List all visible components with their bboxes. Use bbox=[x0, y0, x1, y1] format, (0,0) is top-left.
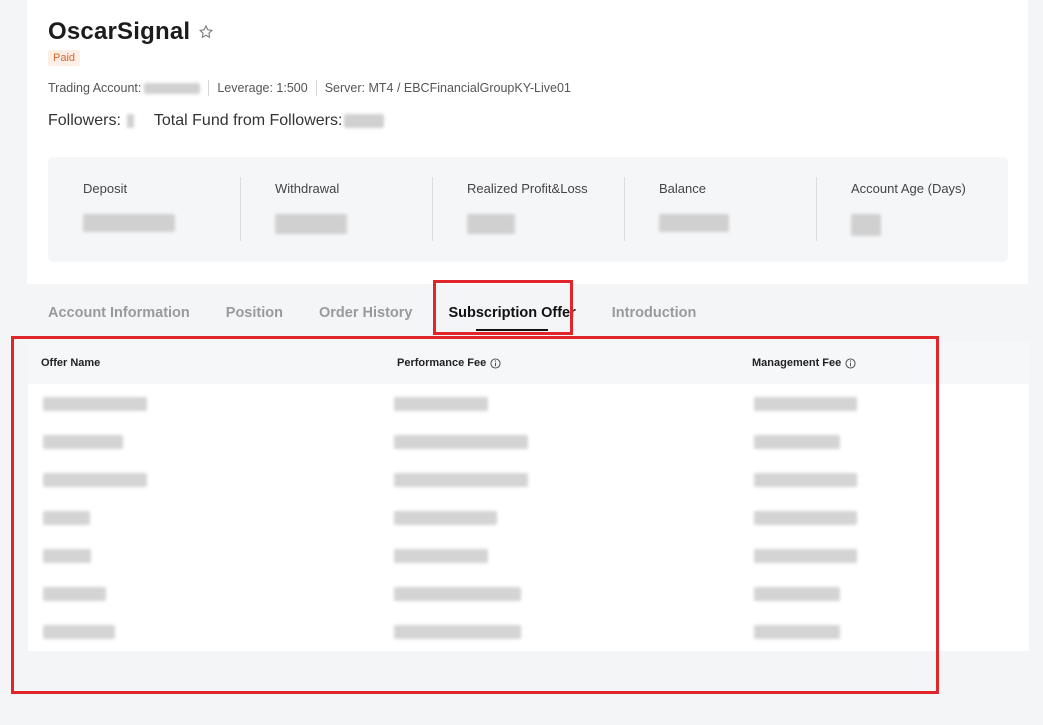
redacted-value bbox=[144, 82, 201, 94]
table-row[interactable] bbox=[28, 460, 1029, 498]
redacted-cell bbox=[43, 397, 147, 411]
redacted-cell bbox=[394, 435, 528, 449]
stat-label: Balance bbox=[659, 181, 706, 196]
star-icon[interactable] bbox=[198, 24, 214, 40]
redacted-cell bbox=[754, 397, 857, 411]
column-label: Performance Fee bbox=[397, 357, 487, 369]
redacted-value bbox=[126, 114, 134, 128]
info-icon[interactable] bbox=[845, 357, 856, 369]
trading-account: Trading Account: bbox=[48, 81, 201, 95]
table-row[interactable] bbox=[28, 536, 1029, 574]
leverage-info: Leverage: 1:500 bbox=[217, 81, 308, 95]
tab-account-information[interactable]: Account Information bbox=[48, 305, 190, 321]
info-icon[interactable] bbox=[490, 357, 501, 369]
redacted-cell bbox=[43, 549, 91, 563]
redacted-cell bbox=[754, 473, 857, 487]
redacted-cell bbox=[43, 587, 106, 601]
redacted-value bbox=[344, 114, 385, 128]
column-performance-fee: Performance Fee bbox=[397, 357, 501, 369]
tab-introduction[interactable]: Introduction bbox=[612, 305, 697, 321]
column-offer-name: Offer Name bbox=[41, 357, 101, 369]
redacted-cell bbox=[754, 587, 840, 601]
stat-label: Deposit bbox=[83, 181, 128, 196]
page-title: OscarSignal bbox=[48, 18, 191, 45]
account-meta: Trading Account: Leverage: 1:500 Server:… bbox=[48, 80, 571, 96]
table-header: Offer Name Performance Fee Management Fe… bbox=[28, 342, 1029, 384]
redacted-cell bbox=[754, 549, 857, 563]
table-row[interactable] bbox=[28, 422, 1029, 460]
tab-order-history[interactable]: Order History bbox=[319, 305, 412, 321]
redacted-cell bbox=[43, 435, 123, 449]
redacted-cell bbox=[754, 435, 840, 449]
redacted-cell bbox=[43, 625, 115, 639]
table-row[interactable] bbox=[28, 574, 1029, 612]
stat-account-age: Account Age (Days) bbox=[816, 157, 1008, 262]
table-row[interactable] bbox=[28, 612, 1029, 650]
redacted-value bbox=[275, 214, 347, 234]
status-badge: Paid bbox=[48, 50, 81, 66]
redacted-cell bbox=[394, 625, 521, 639]
redacted-cell bbox=[43, 511, 90, 525]
server-info: Server: MT4 / EBCFinancialGroupKY-Live01 bbox=[324, 81, 571, 95]
redacted-value bbox=[83, 214, 175, 232]
total-fund-label: Total Fund from Followers: bbox=[153, 112, 343, 129]
stat-withdrawal: Withdrawal bbox=[240, 157, 432, 262]
redacted-cell bbox=[754, 511, 857, 525]
stat-label: Realized Profit&Loss bbox=[467, 181, 588, 196]
stat-label: Withdrawal bbox=[275, 181, 340, 196]
tab-position[interactable]: Position bbox=[226, 305, 283, 321]
title-row: OscarSignal bbox=[48, 18, 214, 46]
stat-label: Account Age (Days) bbox=[851, 181, 966, 196]
table-row[interactable] bbox=[28, 498, 1029, 536]
stat-deposit: Deposit bbox=[48, 157, 240, 262]
redacted-value bbox=[659, 214, 729, 232]
redacted-cell bbox=[754, 625, 840, 639]
redacted-cell bbox=[394, 511, 497, 525]
trading-account-label: Trading Account: bbox=[48, 81, 142, 95]
redacted-cell bbox=[394, 473, 528, 487]
tab-subscription-offer[interactable]: Subscription Offer bbox=[448, 305, 576, 331]
redacted-cell bbox=[394, 587, 521, 601]
followers-label: Followers: bbox=[48, 112, 121, 129]
redacted-value bbox=[851, 214, 881, 236]
divider bbox=[208, 80, 210, 96]
redacted-cell bbox=[43, 473, 147, 487]
column-label: Management Fee bbox=[752, 357, 842, 369]
table-row[interactable] bbox=[28, 384, 1029, 422]
divider bbox=[315, 80, 317, 96]
stat-realized-pnl: Realized Profit&Loss bbox=[432, 157, 624, 262]
redacted-cell bbox=[394, 549, 488, 563]
followers-row: Followers: Total Fund from Followers: bbox=[48, 112, 385, 130]
stat-balance: Balance bbox=[624, 157, 816, 262]
column-management-fee: Management Fee bbox=[752, 357, 856, 369]
redacted-value bbox=[467, 214, 515, 234]
subscription-offer-table: Offer Name Performance Fee Management Fe… bbox=[28, 342, 1029, 651]
trader-profile-card: OscarSignal Paid Trading Account: Levera… bbox=[27, 0, 1028, 284]
stats-panel: Deposit Withdrawal Realized Profit&Loss … bbox=[48, 157, 1008, 262]
tab-bar: Account Information Position Order Histo… bbox=[48, 305, 732, 331]
redacted-cell bbox=[394, 397, 488, 411]
